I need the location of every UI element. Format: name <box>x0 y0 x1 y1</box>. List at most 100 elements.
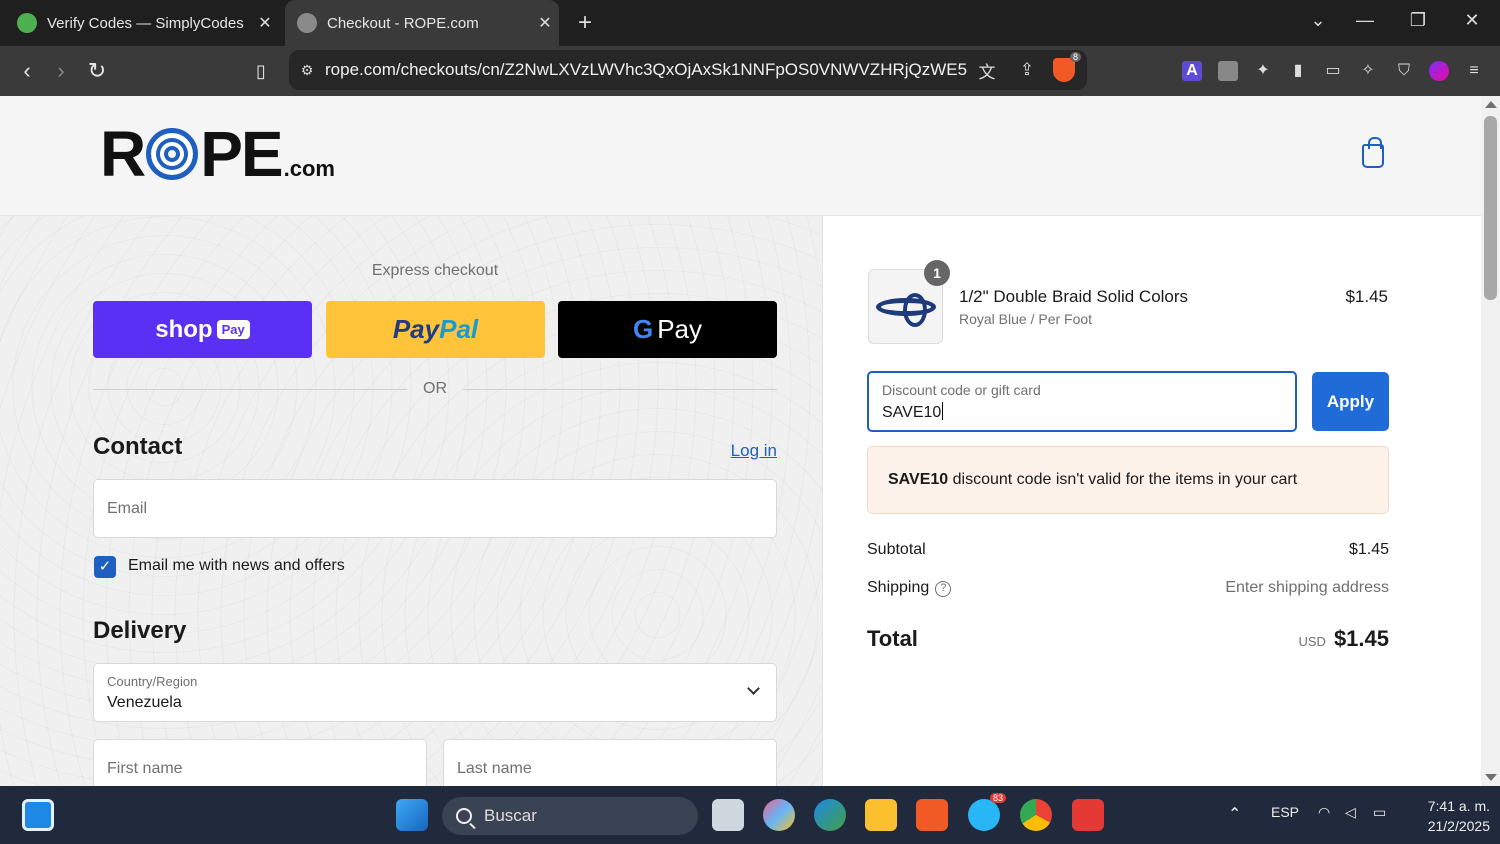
logo-letter: R <box>100 118 146 190</box>
country-region-select[interactable]: Country/Region Venezuela <box>93 663 777 722</box>
windows-taskbar: Buscar 83 ⌃ ESP ◠ ◁ ▭ 7:41 a. m. 21/2/20… <box>0 786 1500 844</box>
extension-image-icon[interactable] <box>1218 61 1238 81</box>
minimize-button[interactable]: — <box>1350 10 1380 31</box>
shopping-bag-icon[interactable] <box>1362 137 1384 168</box>
browser-toolbar: ‹ › ↻ ▯ ⚙ rope.com/checkouts/cn/Z2NwLXVz… <box>0 46 1500 96</box>
chevron-down-icon <box>747 682 760 695</box>
logo-domain: .com <box>283 156 335 181</box>
newsletter-checkbox[interactable]: ✓ <box>94 556 116 578</box>
simplycodes-favicon-icon <box>17 13 37 33</box>
total-label: Total <box>867 626 918 651</box>
menu-hamburger-icon[interactable]: ≡ <box>1464 61 1484 81</box>
product-variant: Royal Blue / Per Foot <box>959 311 1093 327</box>
rope-knot-image-icon <box>875 292 936 327</box>
back-arrow-icon[interactable]: ‹ <box>12 56 42 86</box>
shop-pay-button[interactable]: shop Pay <box>93 301 312 358</box>
first-name-field[interactable]: First name <box>93 739 427 786</box>
scroll-down-arrow-icon[interactable] <box>1485 774 1497 781</box>
address-bar[interactable]: ⚙ rope.com/checkouts/cn/Z2NwLXVzLWVhc3Qx… <box>289 50 1087 90</box>
shipping-value: Enter shipping address <box>1225 579 1389 596</box>
close-tab-icon[interactable]: ✕ <box>531 13 559 33</box>
order-summary-column: 1 1/2" Double Braid Solid Colors Royal B… <box>822 216 1481 786</box>
tab-rope-checkout[interactable]: Checkout - ROPE.com ✕ <box>285 0 559 46</box>
product-name: 1/2" Double Braid Solid Colors <box>959 287 1189 306</box>
browser-tab-strip: Verify Codes — SimplyCodes ✕ Checkout - … <box>0 0 1500 46</box>
windows-start-icon[interactable] <box>396 799 428 831</box>
discount-value-wrap: SAVE10 <box>882 402 944 422</box>
last-name-placeholder: Last name <box>457 760 532 777</box>
sidebar-icon[interactable]: ▮ <box>1288 61 1308 81</box>
show-hidden-icons-chevron-icon[interactable]: ⌃ <box>1228 804 1241 824</box>
widgets-icon[interactable] <box>22 799 54 831</box>
or-divider-text: OR <box>423 380 447 397</box>
reload-icon[interactable]: ↻ <box>82 56 112 86</box>
subtotal-label: Subtotal <box>867 541 926 558</box>
chrome-icon[interactable] <box>1020 799 1052 831</box>
copilot-icon[interactable] <box>763 799 795 831</box>
page-scrollbar[interactable] <box>1481 96 1500 786</box>
total-row: Total USD $1.45 <box>867 626 1389 652</box>
discount-error-banner: SAVE10 discount code isn't valid for the… <box>867 446 1389 514</box>
rope-logo[interactable]: R PE .com <box>100 118 335 190</box>
site-header: R PE .com <box>0 96 1481 216</box>
close-tab-icon[interactable]: ✕ <box>251 13 279 33</box>
telegram-icon[interactable]: 83 <box>968 793 1006 831</box>
wps-office-icon[interactable] <box>1072 799 1104 831</box>
wallet-icon[interactable]: ▭ <box>1323 61 1343 81</box>
brave-browser-icon[interactable] <box>916 799 948 831</box>
quantity-badge: 1 <box>924 260 950 286</box>
volume-icon[interactable]: ◁ <box>1345 804 1356 821</box>
brave-shields-icon[interactable]: 8 <box>1053 52 1081 82</box>
subtotal-row: Subtotal $1.45 <box>867 541 1389 559</box>
newsletter-label: Email me with news and offers <box>128 557 345 574</box>
taskbar-search[interactable]: Buscar <box>442 797 698 835</box>
checkout-form-column: Express checkout shop Pay Pay Pal G Pay O… <box>0 216 822 786</box>
email-field[interactable]: Email <box>93 479 777 538</box>
scroll-up-arrow-icon[interactable] <box>1485 101 1497 108</box>
edge-browser-icon[interactable] <box>814 799 846 831</box>
language-indicator[interactable]: ESP <box>1271 804 1299 820</box>
login-link[interactable]: Log in <box>700 441 777 461</box>
google-pay-button[interactable]: G Pay <box>558 301 777 358</box>
checkout-page: R PE .com Express checkout shop Pay Pay P… <box>0 96 1481 786</box>
error-message: discount code isn't valid for the items … <box>948 471 1298 488</box>
file-explorer-icon[interactable] <box>865 799 897 831</box>
subtotal-value: $1.45 <box>1348 541 1389 558</box>
text-caret <box>942 402 944 420</box>
restore-button[interactable]: ❐ <box>1403 10 1433 31</box>
country-value: Venezuela <box>107 694 182 711</box>
apply-button[interactable]: Apply <box>1312 372 1389 431</box>
share-icon[interactable]: ⇪ <box>1007 60 1047 80</box>
system-clock[interactable]: 7:41 a. m. 21/2/2025 <box>1408 796 1490 836</box>
first-name-placeholder: First name <box>107 760 183 777</box>
discount-code-input[interactable]: Discount code or gift card SAVE10 <box>867 371 1297 432</box>
new-tab-button[interactable]: + <box>572 9 598 37</box>
scrollbar-thumb[interactable] <box>1484 116 1497 300</box>
translate-icon[interactable]: 文 <box>967 58 1007 83</box>
close-window-button[interactable]: ✕ <box>1457 10 1487 31</box>
site-info-icon[interactable]: ⚙ <box>289 62 325 79</box>
discount-label: Discount code or gift card <box>882 382 1041 398</box>
url-text[interactable]: rope.com/checkouts/cn/Z2NwLXVzLWVhc3QxOj… <box>325 60 967 80</box>
leo-ai-icon[interactable]: ✧ <box>1358 61 1378 81</box>
vpn-shield-icon[interactable]: ⛉ <box>1394 61 1414 81</box>
tab-title: Verify Codes — SimplyCodes <box>47 14 244 32</box>
wifi-icon[interactable]: ◠ <box>1318 804 1330 821</box>
battery-icon[interactable]: ▭ <box>1373 804 1386 821</box>
product-price: $1.45 <box>1345 287 1388 306</box>
tab-simplycodes[interactable]: Verify Codes — SimplyCodes ✕ <box>5 0 279 46</box>
extension-a-icon[interactable]: A <box>1182 61 1202 81</box>
bookmark-icon[interactable]: ▯ <box>246 56 276 86</box>
tab-search-chevron-icon[interactable]: ⌄ <box>1303 10 1333 31</box>
logo-letters: PE <box>200 118 283 190</box>
help-question-icon[interactable]: ? <box>935 581 952 597</box>
search-icon <box>456 808 472 824</box>
profile-avatar-icon[interactable] <box>1429 61 1449 81</box>
extensions-puzzle-icon[interactable]: ✦ <box>1253 61 1273 81</box>
logo-rope-coil-icon <box>146 128 199 180</box>
last-name-field[interactable]: Last name <box>443 739 777 786</box>
paypal-pal-text: Pal <box>439 314 479 344</box>
forward-arrow-icon[interactable]: › <box>46 56 76 86</box>
paypal-button[interactable]: Pay Pal <box>326 301 545 358</box>
task-view-icon[interactable] <box>712 799 744 831</box>
